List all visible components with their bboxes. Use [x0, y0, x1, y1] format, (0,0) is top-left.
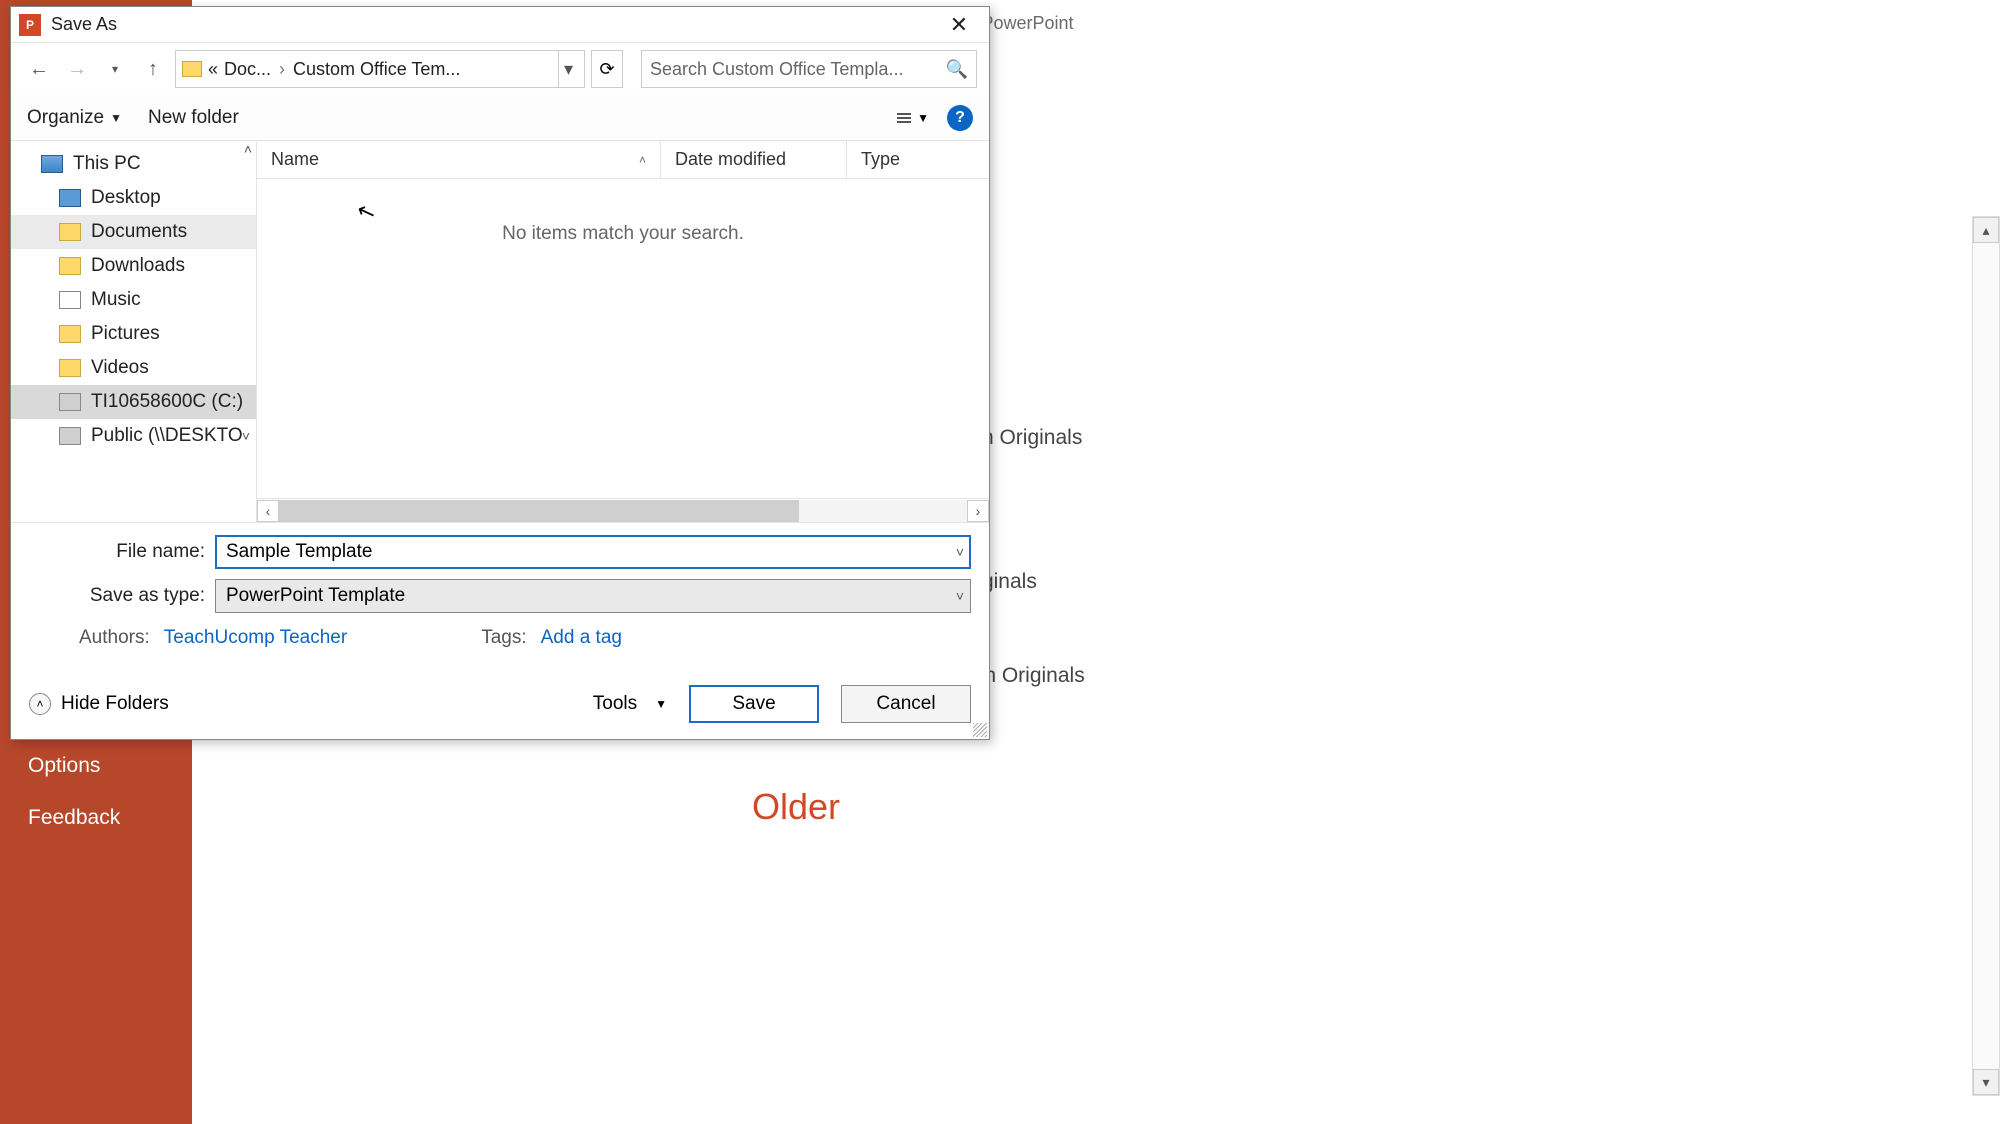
documents-icon — [59, 223, 81, 241]
desktop-icon — [59, 189, 81, 207]
address-dropdown-icon[interactable]: ▾ — [558, 51, 578, 87]
tree-item-videos[interactable]: Videos — [11, 351, 256, 385]
nav-back-button[interactable]: ← — [23, 53, 55, 85]
view-mode-button[interactable]: ▼ — [897, 111, 929, 125]
save-button[interactable]: Save — [689, 685, 819, 723]
scroll-left-icon[interactable]: ‹ — [257, 500, 279, 522]
authors-value[interactable]: TeachUcomp Teacher — [164, 627, 347, 649]
dialog-titlebar: P Save As ✕ — [11, 7, 989, 43]
dialog-toolbar: Organize▼ New folder ▼ ? — [11, 95, 989, 141]
tree-scroll-up-icon[interactable]: ˄ — [244, 141, 252, 157]
savetype-select[interactable]: PowerPoint Template˅ — [215, 579, 971, 613]
dialog-nav-row: ← → ▾ ↑ « Doc... › Custom Office Tem... … — [11, 43, 989, 95]
search-placeholder: Search Custom Office Templa... — [650, 59, 903, 80]
filename-label: File name: — [29, 541, 205, 563]
chevron-down-icon[interactable]: ˅ — [242, 428, 250, 444]
chevron-down-icon: ▼ — [917, 111, 929, 125]
chevron-up-icon: ˄ — [29, 693, 51, 715]
music-icon — [59, 291, 81, 309]
chevron-down-icon: ▼ — [110, 111, 122, 125]
tree-item-documents[interactable]: Documents — [11, 215, 256, 249]
tree-item-desktop[interactable]: Desktop — [11, 181, 256, 215]
tree-item-pictures[interactable]: Pictures — [11, 317, 256, 351]
breadcrumb-segment[interactable]: « — [208, 59, 218, 80]
authors-label: Authors: — [79, 627, 150, 649]
chevron-down-icon: ▼ — [655, 697, 667, 711]
search-input[interactable]: Search Custom Office Templa... 🔍 — [641, 50, 977, 88]
chevron-right-icon[interactable]: › — [277, 59, 287, 80]
network-drive-icon — [59, 427, 81, 445]
nav-history-dropdown[interactable]: ▾ — [99, 53, 131, 85]
chevron-down-icon[interactable]: ˅ — [956, 588, 964, 604]
videos-icon — [59, 359, 81, 377]
search-icon[interactable]: 🔍 — [946, 59, 968, 80]
empty-message: No items match your search. — [257, 179, 989, 498]
folder-icon — [182, 61, 202, 77]
pictures-icon — [59, 325, 81, 343]
scroll-up-icon[interactable]: ▴ — [1973, 217, 1999, 243]
drive-icon — [59, 393, 81, 411]
scroll-track[interactable] — [279, 500, 967, 522]
chevron-down-icon[interactable]: ˅ — [956, 544, 964, 560]
refresh-button[interactable]: ⟳ — [591, 50, 623, 88]
help-button[interactable]: ? — [947, 105, 973, 131]
save-as-dialog: P Save As ✕ ← → ▾ ↑ « Doc... › Custom Of… — [10, 6, 990, 740]
breadcrumb-segment[interactable]: Custom Office Tem... — [293, 59, 460, 80]
column-header-date[interactable]: Date modified — [661, 141, 847, 178]
sidebar-item-feedback[interactable]: Feedback — [0, 792, 192, 844]
tree-item-downloads[interactable]: Downloads — [11, 249, 256, 283]
tags-label: Tags: — [481, 627, 526, 649]
scroll-track[interactable] — [1973, 243, 1999, 1069]
tree-item-public[interactable]: Public (\\DESKTO˅ — [11, 419, 256, 453]
dialog-bottom: File name: Sample Template˅ Save as type… — [11, 522, 989, 739]
savetype-label: Save as type: — [29, 585, 205, 607]
tree-item-music[interactable]: Music — [11, 283, 256, 317]
column-header-type[interactable]: Type — [847, 141, 989, 178]
folder-tree: ˄ This PC Desktop Documents Downloads Mu… — [11, 141, 257, 522]
organize-menu[interactable]: Organize▼ — [27, 107, 122, 129]
cancel-button[interactable]: Cancel — [841, 685, 971, 723]
sort-indicator-icon: ˄ — [639, 153, 646, 167]
tools-menu[interactable]: Tools▼ — [593, 693, 667, 715]
tree-item-this-pc[interactable]: This PC — [11, 147, 256, 181]
tree-item-drive-c[interactable]: TI10658600C (C:) — [11, 385, 256, 419]
sidebar-item-options[interactable]: Options — [0, 740, 192, 792]
nav-forward-button[interactable]: → — [61, 53, 93, 85]
new-folder-button[interactable]: New folder — [148, 107, 239, 129]
file-list-pane: Name˄ Date modified Type No items match … — [257, 141, 989, 522]
scroll-right-icon[interactable]: › — [967, 500, 989, 522]
resize-grip-icon[interactable] — [973, 723, 987, 737]
tags-value[interactable]: Add a tag — [541, 627, 622, 649]
filename-input[interactable]: Sample Template˅ — [215, 535, 971, 569]
breadcrumb-segment[interactable]: Doc... — [224, 59, 271, 80]
scroll-down-icon[interactable]: ▾ — [1973, 1069, 1999, 1095]
pc-icon — [41, 155, 63, 173]
column-headers: Name˄ Date modified Type — [257, 141, 989, 179]
dialog-close-button[interactable]: ✕ — [937, 9, 981, 41]
powerpoint-app-icon: P — [19, 14, 41, 36]
hide-folders-button[interactable]: ˄ Hide Folders — [29, 693, 169, 715]
horizontal-scrollbar[interactable]: ‹ › — [257, 498, 989, 522]
address-breadcrumb[interactable]: « Doc... › Custom Office Tem... ▾ — [175, 50, 585, 88]
nav-up-button[interactable]: ↑ — [137, 53, 169, 85]
downloads-icon — [59, 257, 81, 275]
vertical-scrollbar[interactable]: ▴ ▾ — [1972, 216, 2000, 1096]
list-view-icon — [897, 113, 911, 123]
older-heading: Older — [752, 786, 840, 828]
scroll-thumb[interactable] — [279, 500, 799, 522]
dialog-title: Save As — [51, 14, 117, 35]
column-header-name[interactable]: Name˄ — [257, 141, 661, 178]
